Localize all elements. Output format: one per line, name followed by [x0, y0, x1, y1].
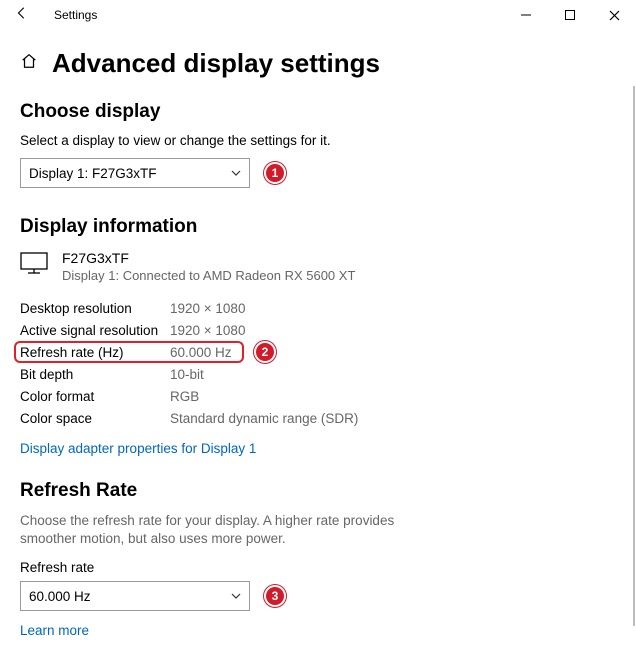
info-row: Active signal resolution 1920 × 1080	[20, 319, 616, 341]
active-signal-resolution-label: Active signal resolution	[20, 323, 170, 338]
adapter-properties-link[interactable]: Display adapter properties for Display 1	[20, 441, 256, 456]
monitor-icon	[20, 250, 48, 279]
refresh-rate-heading: Refresh Rate	[20, 480, 616, 502]
learn-more-link[interactable]: Learn more	[20, 623, 89, 638]
minimize-button[interactable]	[504, 0, 548, 30]
window-controls	[504, 0, 636, 30]
color-space-label: Color space	[20, 411, 170, 426]
color-space-value: Standard dynamic range (SDR)	[170, 411, 358, 426]
refresh-rate-label: Refresh rate (Hz)	[20, 345, 170, 360]
chevron-down-icon	[231, 590, 241, 602]
annotation-2: 2	[254, 341, 276, 363]
refresh-rate-field-label: Refresh rate	[20, 560, 616, 575]
refresh-rate-select[interactable]: 60.000 Hz	[20, 581, 250, 611]
display-name: F27G3xTF	[62, 250, 355, 266]
active-signal-resolution-value: 1920 × 1080	[170, 323, 245, 338]
info-row: Desktop resolution 1920 × 1080	[20, 297, 616, 319]
back-button[interactable]	[8, 6, 36, 25]
info-row: Color space Standard dynamic range (SDR)	[20, 407, 616, 429]
refresh-rate-select-value: 60.000 Hz	[29, 589, 91, 604]
desktop-resolution-label: Desktop resolution	[20, 301, 170, 316]
annotation-1: 1	[264, 162, 286, 184]
bit-depth-label: Bit depth	[20, 367, 170, 382]
app-title: Settings	[54, 8, 97, 22]
info-row: Color format RGB	[20, 385, 616, 407]
refresh-rate-value: 60.000 Hz	[170, 345, 232, 360]
choose-display-description: Select a display to view or change the s…	[20, 133, 616, 148]
desktop-resolution-value: 1920 × 1080	[170, 301, 245, 316]
display-select[interactable]: Display 1: F27G3xTF	[20, 158, 250, 188]
page-title: Advanced display settings	[52, 48, 380, 79]
display-connection: Display 1: Connected to AMD Radeon RX 56…	[62, 268, 355, 283]
close-button[interactable]	[592, 0, 636, 30]
choose-display-heading: Choose display	[20, 101, 616, 123]
titlebar: Settings	[0, 0, 636, 30]
info-row: Bit depth 10-bit	[20, 363, 616, 385]
maximize-button[interactable]	[548, 0, 592, 30]
display-info-heading: Display information	[20, 216, 616, 238]
display-info-table: Desktop resolution 1920 × 1080 Active si…	[20, 297, 616, 429]
scrollbar[interactable]	[633, 86, 635, 626]
chevron-down-icon	[231, 167, 241, 179]
page-header: Advanced display settings	[20, 48, 616, 79]
refresh-rate-description: Choose the refresh rate for your display…	[20, 512, 440, 548]
home-icon[interactable]	[20, 52, 38, 75]
color-format-label: Color format	[20, 389, 170, 404]
color-format-value: RGB	[170, 389, 199, 404]
bit-depth-value: 10-bit	[170, 367, 204, 382]
refresh-rate-row-highlight: Refresh rate (Hz) 60.000 Hz	[14, 341, 244, 363]
display-select-value: Display 1: F27G3xTF	[29, 166, 157, 181]
annotation-3: 3	[264, 585, 286, 607]
